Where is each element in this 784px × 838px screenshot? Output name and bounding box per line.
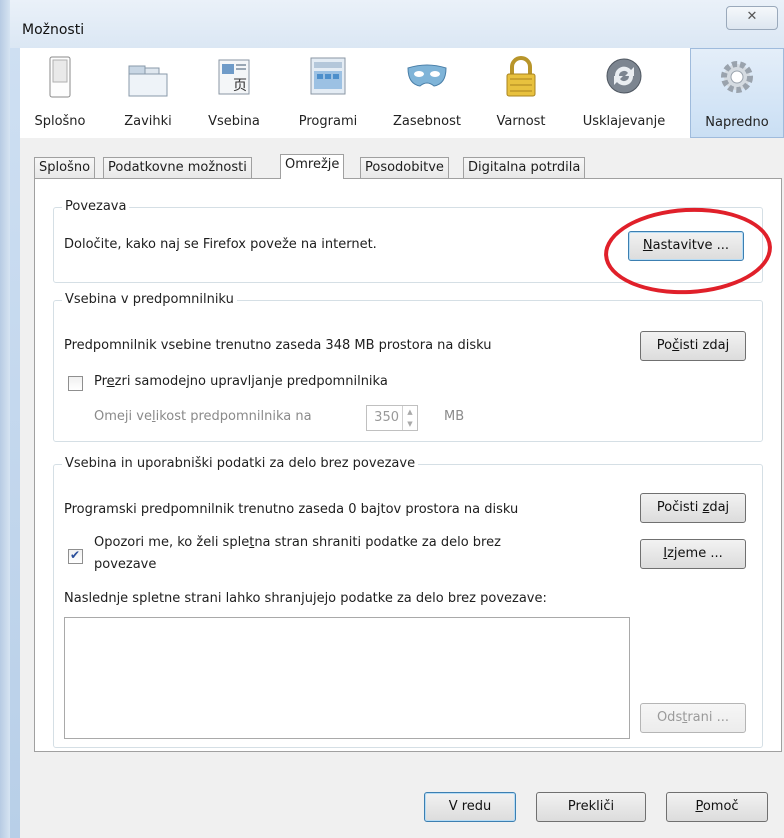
offline-warn-checkbox[interactable]: [68, 548, 83, 564]
toolbar-item-general[interactable]: Splošno: [24, 48, 96, 136]
tab-network[interactable]: Omrežje: [280, 154, 345, 179]
content-area: Splošno Podatkovne možnosti Omrežje Poso…: [20, 138, 784, 760]
offline-sites-list[interactable]: [64, 617, 630, 739]
cache-usage-text: Predpomnilnik vsebine trenutno zaseda 34…: [64, 338, 492, 353]
spinner-arrows-icon[interactable]: ▲ ▼: [402, 406, 417, 430]
toolbar-item-privacy[interactable]: Zasebnost: [384, 48, 470, 136]
preferences-toolbar: Splošno Zavihki 页 Vsebina Programi Zaseb…: [20, 48, 784, 139]
switch-icon: [49, 56, 71, 98]
offline-sites-label: Naslednje spletne strani lahko shranjuje…: [64, 591, 547, 606]
clear-offline-button[interactable]: Počisti zdaj: [640, 493, 746, 523]
ok-button[interactable]: V redu: [424, 792, 516, 822]
cache-limit-value: 350: [374, 410, 399, 425]
close-button[interactable]: ✕: [726, 6, 778, 30]
override-cache-checkbox[interactable]: [68, 376, 83, 391]
window-title: Možnosti: [22, 22, 85, 38]
connection-settings-button[interactable]: Nastavitve ...: [628, 231, 744, 261]
toolbar-item-label: Zasebnost: [393, 114, 461, 129]
offline-warn-label-line2: povezave: [94, 557, 157, 572]
cache-group-title: Vsebina v predpomnilniku: [62, 292, 237, 307]
tab-updates[interactable]: Posodobitve: [360, 157, 449, 178]
cache-limit-unit: MB: [444, 409, 465, 424]
toolbar-item-label: Programi: [298, 114, 358, 129]
connection-description: Določite, kako naj se Firefox poveže na …: [64, 237, 377, 252]
toolbar-item-label: Splošno: [34, 114, 86, 129]
sync-icon: [606, 58, 642, 94]
svg-text:页: 页: [233, 78, 247, 94]
toolbar-item-label: Vsebina: [208, 114, 260, 129]
tab-certificates[interactable]: Digitalna potrdila: [463, 157, 586, 178]
offline-group: Vsebina in uporabniški podatki za delo b…: [53, 456, 763, 748]
cache-limit-spinner[interactable]: 350 ▲ ▼: [366, 405, 418, 431]
close-icon: ✕: [746, 9, 758, 24]
toolbar-item-content[interactable]: 页 Vsebina: [198, 48, 270, 136]
toolbar-item-label: Varnost: [496, 114, 546, 129]
title-bar[interactable]: Možnosti ✕: [10, 0, 784, 48]
padlock-icon: [506, 56, 536, 97]
applications-icon: [310, 57, 346, 95]
cancel-button[interactable]: Prekliči: [536, 792, 646, 822]
tabs-icon: [128, 65, 168, 97]
toolbar-item-label: Usklajevanje: [582, 114, 666, 129]
connection-group: Povezava Določite, kako naj se Firefox p…: [53, 199, 763, 283]
override-cache-label: Prezri samodejno upravljanje predpomniln…: [94, 374, 388, 389]
offline-group-title: Vsebina in uporabniški podatki za delo b…: [62, 456, 419, 471]
gear-icon: [721, 61, 753, 93]
network-panel: Povezava Določite, kako naj se Firefox p…: [34, 178, 782, 752]
cache-limit-label: Omeji velikost predpomnilnika na: [94, 409, 312, 424]
exceptions-button[interactable]: Izjeme ...: [640, 539, 746, 569]
toolbar-item-tabs[interactable]: Zavihki: [112, 48, 184, 136]
connection-group-title: Povezava: [62, 199, 130, 214]
content-icon: 页: [218, 59, 250, 95]
offline-warn-label-line1: Opozori me, ko želi spletna stran shrani…: [94, 535, 501, 550]
toolbar-item-security[interactable]: Varnost: [486, 48, 556, 136]
window-border-left: [0, 0, 10, 838]
toolbar-item-advanced[interactable]: Napredno: [690, 48, 784, 138]
tab-general[interactable]: Splošno: [34, 157, 96, 178]
mask-icon: [407, 64, 447, 87]
tab-data-choices[interactable]: Podatkovne možnosti: [103, 157, 252, 178]
remove-site-button[interactable]: Odstrani ...: [640, 703, 746, 733]
toolbar-item-label: Zavihki: [124, 114, 172, 129]
toolbar-item-sync[interactable]: Usklajevanje: [574, 48, 674, 136]
toolbar-item-label: Napredno: [705, 115, 769, 130]
dialog-footer: V redu Prekliči Pomoč: [20, 760, 784, 838]
help-button[interactable]: Pomoč: [666, 792, 768, 822]
cache-group: Vsebina v predpomnilniku Predpomnilnik v…: [53, 292, 763, 442]
clear-cache-button[interactable]: Počisti zdaj: [640, 331, 746, 361]
toolbar-item-applications[interactable]: Programi: [288, 48, 368, 136]
offline-usage-text: Programski predpomnilnik trenutno zaseda…: [64, 502, 519, 517]
